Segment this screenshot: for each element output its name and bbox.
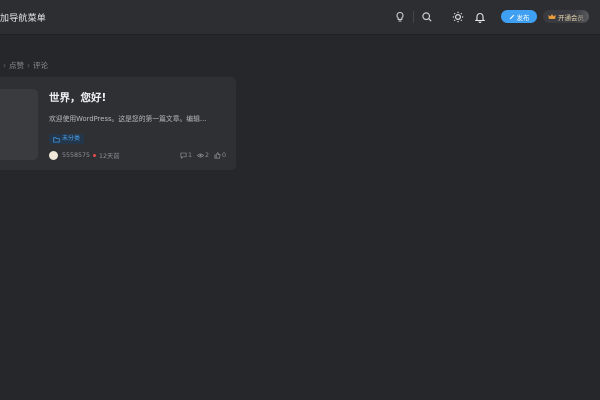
breadcrumb-separator: ›	[3, 61, 6, 70]
category-label: 未分类	[62, 135, 81, 142]
topbar-divider	[413, 11, 414, 23]
pencil-icon	[509, 14, 514, 19]
like-count[interactable]: 0	[214, 152, 226, 159]
post-time: 12天前	[99, 152, 120, 160]
vip-button-fade	[575, 10, 589, 23]
nav-menu-title[interactable]: 加导航菜单	[0, 11, 46, 24]
search-icon[interactable]	[420, 10, 434, 24]
comment-icon	[180, 152, 187, 159]
post-title[interactable]: 世界，您好!	[49, 90, 106, 105]
bell-icon[interactable]	[473, 10, 487, 24]
category-tag[interactable]: 未分类	[49, 134, 85, 144]
lightbulb-icon[interactable]	[393, 10, 407, 24]
breadcrumb-item-comments[interactable]: 评论	[33, 61, 48, 70]
post-card[interactable]: 世界，您好! 欢迎使用WordPress。这是您的第一篇文章。编辑... 未分类…	[0, 77, 236, 170]
thumbs-up-icon	[214, 151, 221, 158]
comment-count: 1	[180, 152, 192, 159]
crown-icon	[548, 14, 556, 19]
author-name[interactable]: 5558575	[62, 152, 90, 159]
publish-button[interactable]: 发布	[501, 10, 537, 23]
view-count: 2	[196, 151, 209, 159]
like-count-value: 0	[221, 151, 226, 159]
comment-count-value: 1	[187, 151, 192, 159]
post-meta: 5558575 12天前 1 2 0	[49, 150, 226, 160]
post-excerpt: 欢迎使用WordPress。这是您的第一篇文章。编辑...	[49, 115, 207, 123]
folder-icon	[53, 136, 60, 142]
breadcrumb: › 点赞 › 评论	[0, 60, 48, 71]
breadcrumb-item-likes[interactable]: 点赞	[9, 61, 24, 70]
publish-label: 发布	[516, 13, 530, 22]
top-navigation-bar: 加导航菜单 发布 开通会员	[0, 0, 600, 35]
vip-membership-button[interactable]: 开通会员	[543, 10, 589, 23]
post-thumbnail[interactable]	[0, 89, 38, 160]
breadcrumb-separator: ›	[27, 61, 30, 70]
theme-toggle-icon[interactable]	[451, 10, 465, 24]
status-dot	[93, 153, 97, 157]
view-count-value: 2	[204, 151, 209, 159]
author-avatar[interactable]	[49, 150, 58, 160]
eye-icon	[196, 152, 204, 158]
